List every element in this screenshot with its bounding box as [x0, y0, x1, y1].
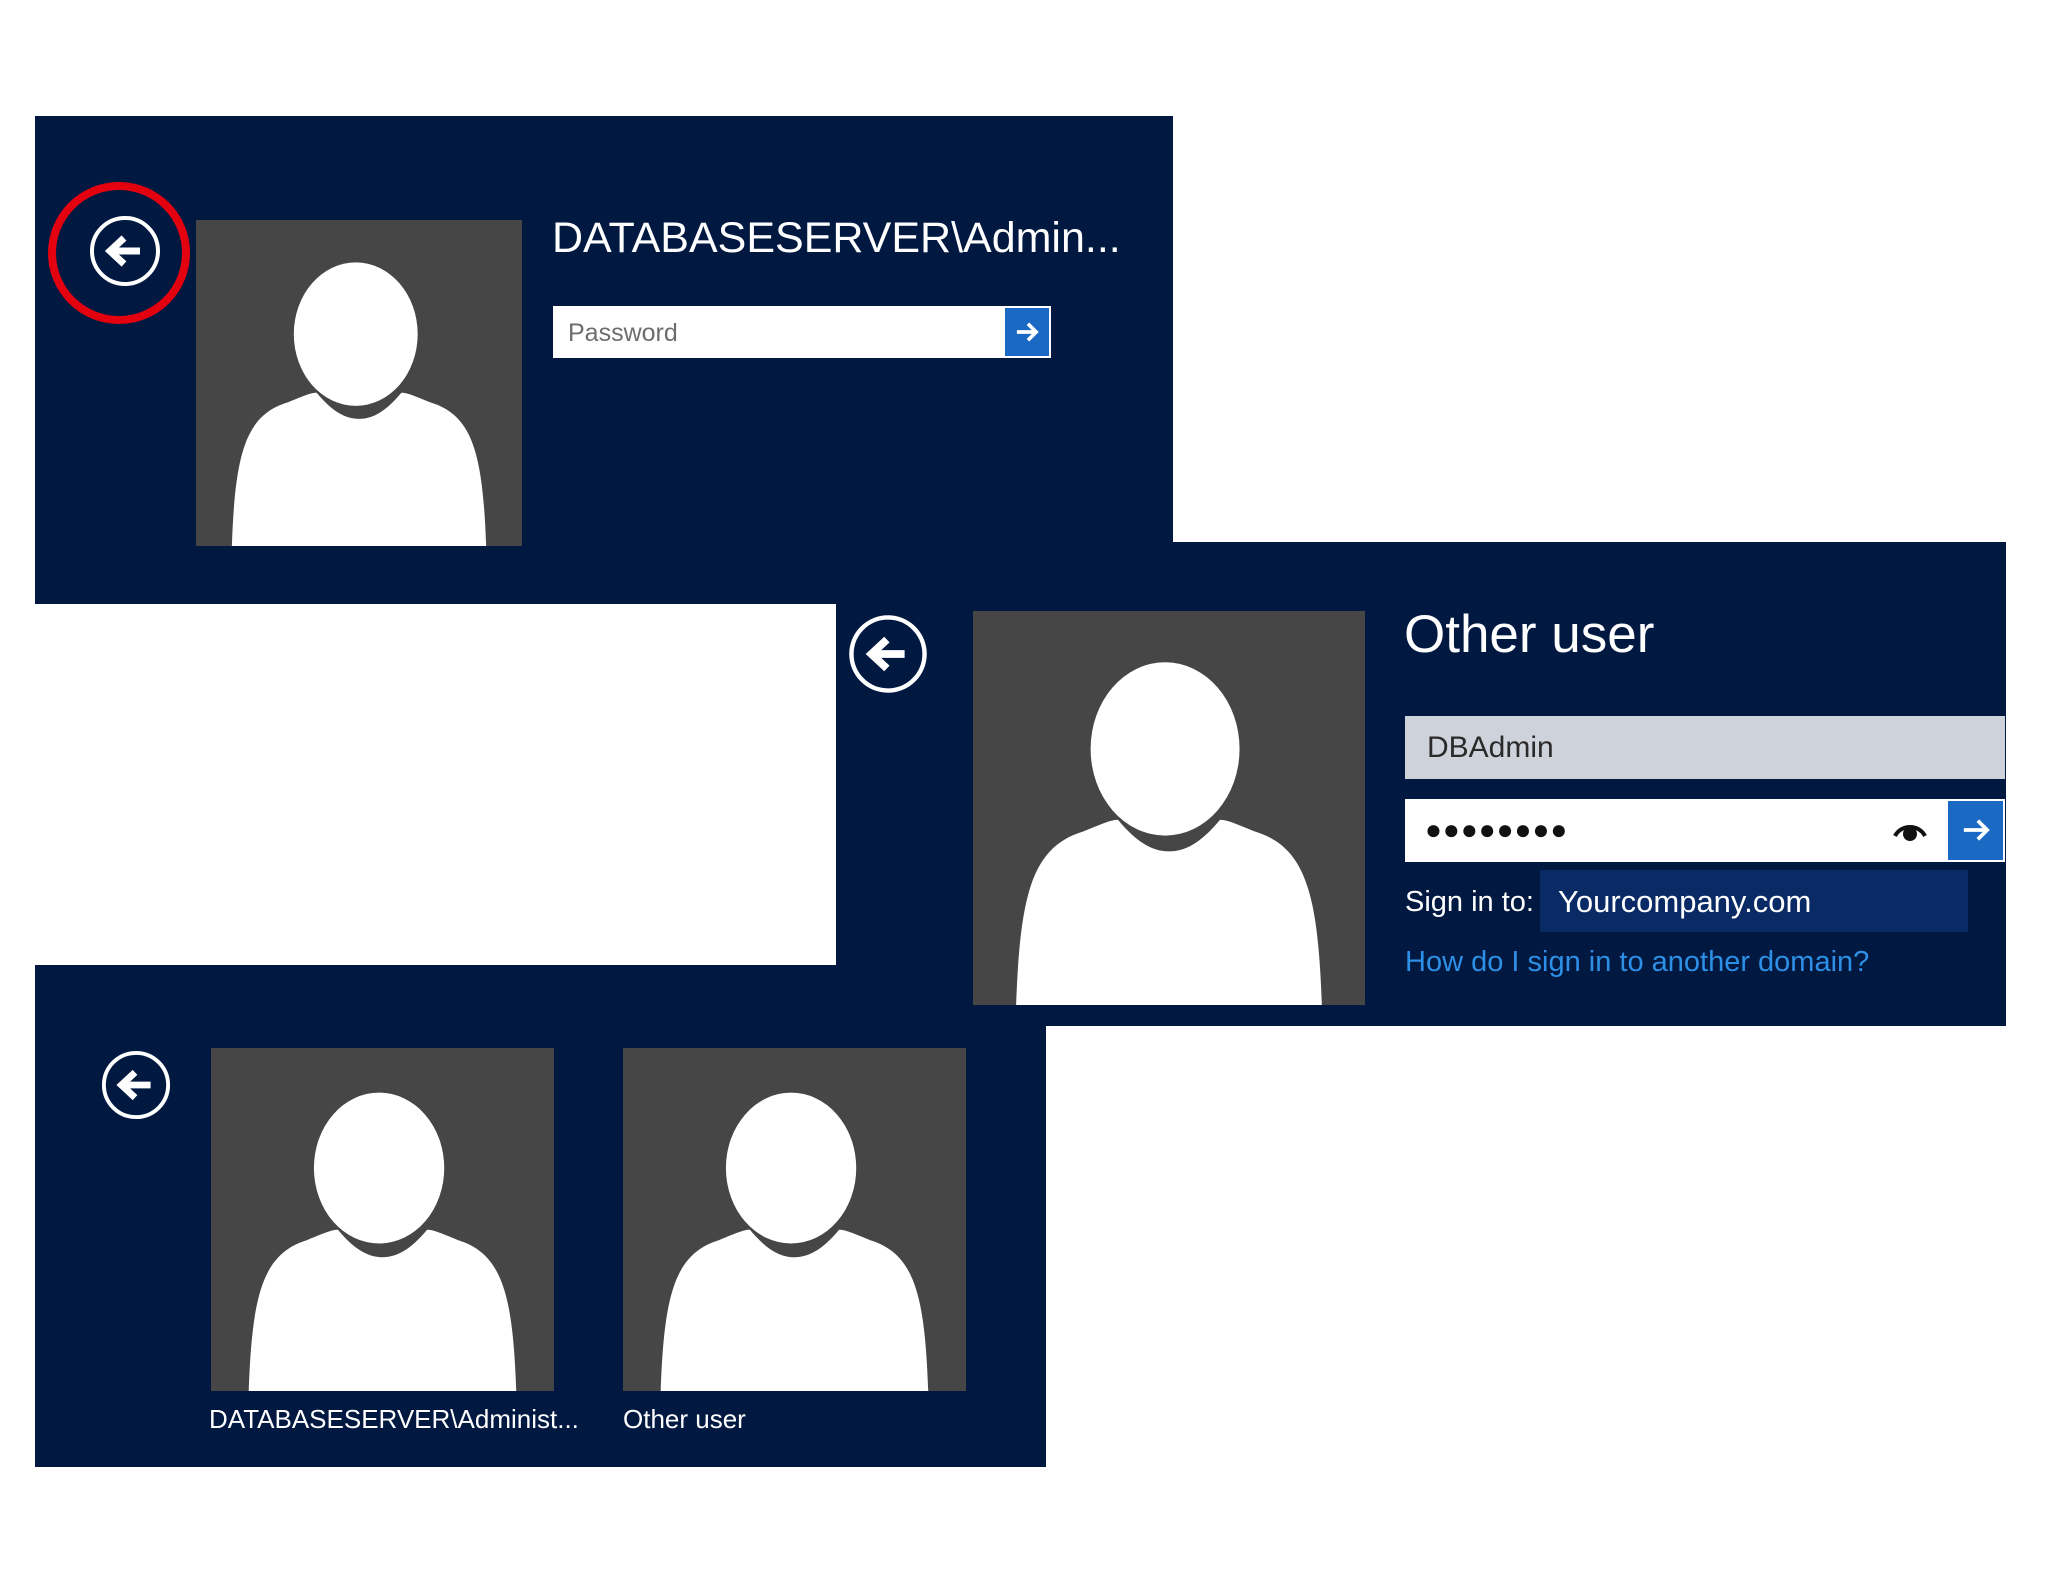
user-silhouette-icon: [248, 1092, 517, 1391]
user-avatar: [196, 220, 522, 546]
password-value: ●●●●●●●●: [1425, 814, 1569, 845]
arrow-right-icon: [1016, 322, 1039, 342]
back-arrow-icon: [101, 1050, 171, 1120]
user-tile-label: Other user: [623, 1404, 746, 1434]
highlight-circle-annotation: [48, 182, 190, 324]
user-silhouette-icon: [1016, 662, 1322, 1005]
domain-text: Yourcompany.com: [1558, 884, 1812, 919]
sign-in-submit-button[interactable]: [1946, 799, 2005, 862]
back-button[interactable]: [100, 1049, 172, 1121]
help-link[interactable]: How do I sign in to another domain?: [1405, 946, 1869, 979]
user-silhouette-icon: [231, 262, 487, 546]
back-arrow-icon: [849, 615, 927, 693]
user-avatar: [973, 611, 1365, 1005]
user-tile-administrator[interactable]: [211, 1048, 554, 1391]
other-user-title: Other user: [1404, 605, 1655, 664]
eye-icon: [1893, 825, 1927, 841]
user-silhouette-icon: [660, 1092, 929, 1391]
sign-in-to-label: Sign in to:: [1405, 886, 1534, 918]
back-button[interactable]: [847, 613, 929, 695]
domain-value[interactable]: Yourcompany.com: [1540, 870, 1968, 932]
reveal-password-button[interactable]: [1891, 816, 1929, 846]
password-submit-button[interactable]: [1003, 306, 1051, 358]
username-value: DBAdmin: [1427, 731, 1554, 764]
password-input[interactable]: Password: [553, 306, 1050, 358]
username-input[interactable]: DBAdmin: [1405, 716, 2005, 779]
arrow-right-icon: [1963, 819, 1990, 841]
user-tile-label: DATABASESERVER\Administ...: [209, 1404, 579, 1434]
password-placeholder: Password: [568, 319, 678, 347]
user-avatar-overlap: [973, 965, 1046, 1005]
account-name: DATABASESERVER\Admin...: [552, 214, 1121, 262]
user-silhouette-icon: [1016, 965, 1046, 1005]
user-tile-other-user[interactable]: [623, 1048, 966, 1391]
